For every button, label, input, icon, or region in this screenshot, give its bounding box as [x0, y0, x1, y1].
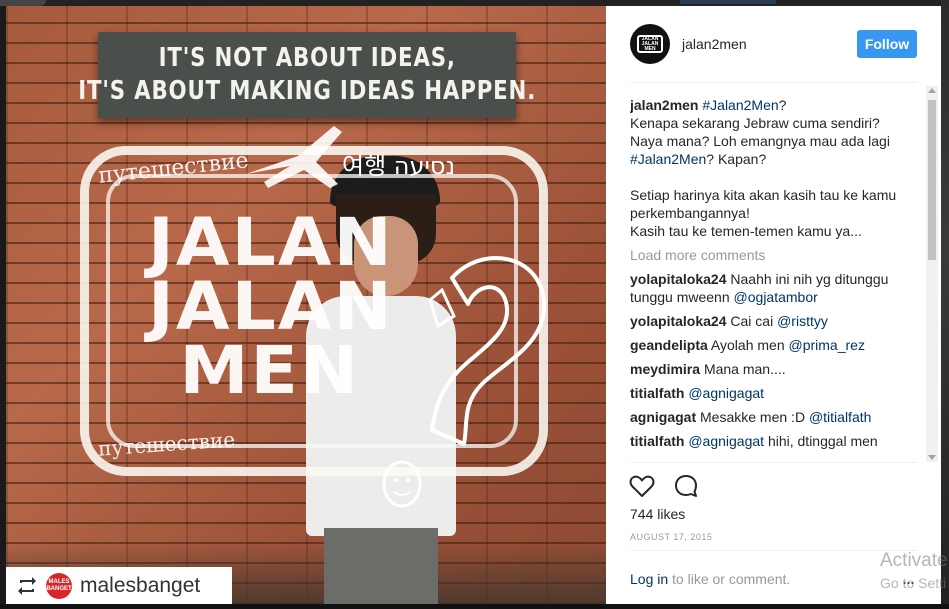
sign-line-1: IT'S NOT ABOUT IDEAS,: [158, 43, 456, 73]
backdrop-bottom: [0, 604, 949, 609]
comment-text: Cai cai: [730, 313, 774, 329]
post-media[interactable]: IT'S NOT ABOUT IDEAS, IT'S ABOUT MAKING …: [6, 6, 606, 604]
login-link[interactable]: Log in: [630, 571, 668, 587]
comment-text: Ayolah men: [710, 337, 785, 353]
footer-divider: [630, 550, 917, 551]
comment-mention[interactable]: @agnigagat: [688, 433, 764, 449]
comment-username[interactable]: meydimira: [630, 361, 700, 377]
comment-text: hihi, dtinggal men: [767, 433, 878, 449]
caption-line-7: Kasih tau ke temen-temen kamu ya...: [630, 223, 862, 239]
heart-icon[interactable]: [628, 472, 656, 500]
scroll-thumb[interactable]: [928, 100, 936, 260]
comment-bubble-icon[interactable]: [672, 472, 700, 500]
watermark-line-1: Activate: [880, 550, 948, 571]
airplane-icon: [246, 126, 342, 188]
post-actions: [628, 472, 700, 500]
scroll-down-arrow-icon[interactable]: [928, 455, 936, 460]
post-date[interactable]: AUGUST 17, 2015: [630, 532, 712, 542]
caption-line-1: jalan2men #Jalan2Men?: [630, 96, 922, 114]
comment-text: Mana man....: [703, 361, 786, 377]
comment-mention[interactable]: @agnigagat: [688, 385, 764, 401]
comment-item: agnigagat Mesakke men :D @titialfath: [630, 408, 922, 426]
likes-count[interactable]: 744 likes: [630, 506, 685, 522]
credit-logo: MALES BANGET: [46, 572, 72, 599]
comments-list[interactable]: jalan2men #Jalan2Men? Kenapa sekarang Je…: [630, 96, 922, 462]
comment-mention[interactable]: @ogjatambor: [734, 289, 818, 305]
comment-item: geandelipta Ayolah men @prima_rez: [630, 336, 922, 354]
comments-scrollbar[interactable]: [926, 86, 938, 462]
comment-item: meydimira Mana man....: [630, 360, 922, 378]
caption-author[interactable]: jalan2men: [630, 97, 698, 113]
comment-item: yolapitaloka24 Cai cai @risttyy: [630, 312, 922, 330]
comment-username[interactable]: geandelipta: [630, 337, 708, 353]
caption-line-6: perkembangannya!: [630, 205, 750, 221]
comment-text: Mesakke men :D: [700, 409, 806, 425]
wooden-sign: IT'S NOT ABOUT IDEAS, IT'S ABOUT MAKING …: [78, 32, 535, 118]
sign-line-2: IT'S ABOUT MAKING IDEAS HAPPEN.: [78, 76, 536, 106]
caption-line-5: Setiap harinya kita akan kasih tau ke ka…: [630, 187, 897, 203]
backdrop-right[interactable]: [941, 0, 949, 609]
header-divider: [630, 82, 917, 83]
question-mark-doodle: [382, 256, 547, 508]
caption-line-3: Naya mana? Loh emangnya mau ada lagi: [630, 133, 890, 149]
repost-icon: [16, 575, 38, 597]
header-username[interactable]: jalan2men: [682, 36, 747, 52]
credit-name[interactable]: malesbanget: [80, 574, 200, 598]
post-sidebar: JALAN JALAN MEN jalan2men Follow jalan2m…: [606, 6, 941, 604]
load-more-comments[interactable]: Load more comments: [630, 246, 922, 264]
caption-text: ?: [778, 97, 787, 113]
caption-line-2: Kenapa sekarang Jebraw cuma sendiri?: [630, 115, 880, 131]
avatar[interactable]: JALAN JALAN MEN: [630, 24, 670, 64]
activate-windows-watermark: Activate Go to Setti: [880, 551, 948, 593]
login-prompt-text: to like or comment.: [668, 571, 791, 587]
login-prompt: Log in to like or comment.: [630, 571, 790, 587]
comment-item: titialfath @agnigagat: [630, 384, 922, 402]
comment-mention[interactable]: @risttyy: [777, 313, 828, 329]
backdrop-sliver: [680, 0, 776, 4]
avatar-logo: JALAN JALAN MEN: [637, 35, 663, 53]
caption-text: ? Kapan?: [706, 151, 767, 167]
comment-mention[interactable]: @prima_rez: [789, 337, 865, 353]
caption: jalan2men #Jalan2Men? Kenapa sekarang Je…: [630, 96, 922, 240]
comment-username[interactable]: titialfath: [630, 385, 684, 401]
post-header: JALAN JALAN MEN jalan2men Follow: [606, 6, 941, 84]
caption-line-4: #Jalan2Men? Kapan?: [630, 150, 922, 168]
comment-username[interactable]: titialfath: [630, 433, 684, 449]
comment-item: yolapitaloka24 Naahh ini nih yg ditunggu…: [630, 270, 922, 306]
hashtag-link[interactable]: #Jalan2Men: [702, 97, 778, 113]
comment-username[interactable]: yolapitaloka24: [630, 313, 727, 329]
comment-username[interactable]: yolapitaloka24: [630, 271, 727, 287]
follow-button[interactable]: Follow: [857, 30, 917, 58]
repost-credit[interactable]: MALES BANGET malesbanget: [6, 567, 232, 604]
hashtag-link[interactable]: #Jalan2Men: [630, 151, 706, 167]
stamp-text-korean: 여행 נסיעה: [342, 152, 456, 180]
scroll-up-arrow-icon[interactable]: [928, 88, 936, 93]
pants: [324, 528, 438, 604]
actions-divider: [630, 462, 917, 463]
watermark-line-2: Go to Setti: [880, 575, 947, 591]
comment-username[interactable]: agnigagat: [630, 409, 696, 425]
comment-item: titialfath @agnigagat hihi, dtinggal men: [630, 432, 922, 450]
comment-mention[interactable]: @titialfath: [809, 409, 871, 425]
